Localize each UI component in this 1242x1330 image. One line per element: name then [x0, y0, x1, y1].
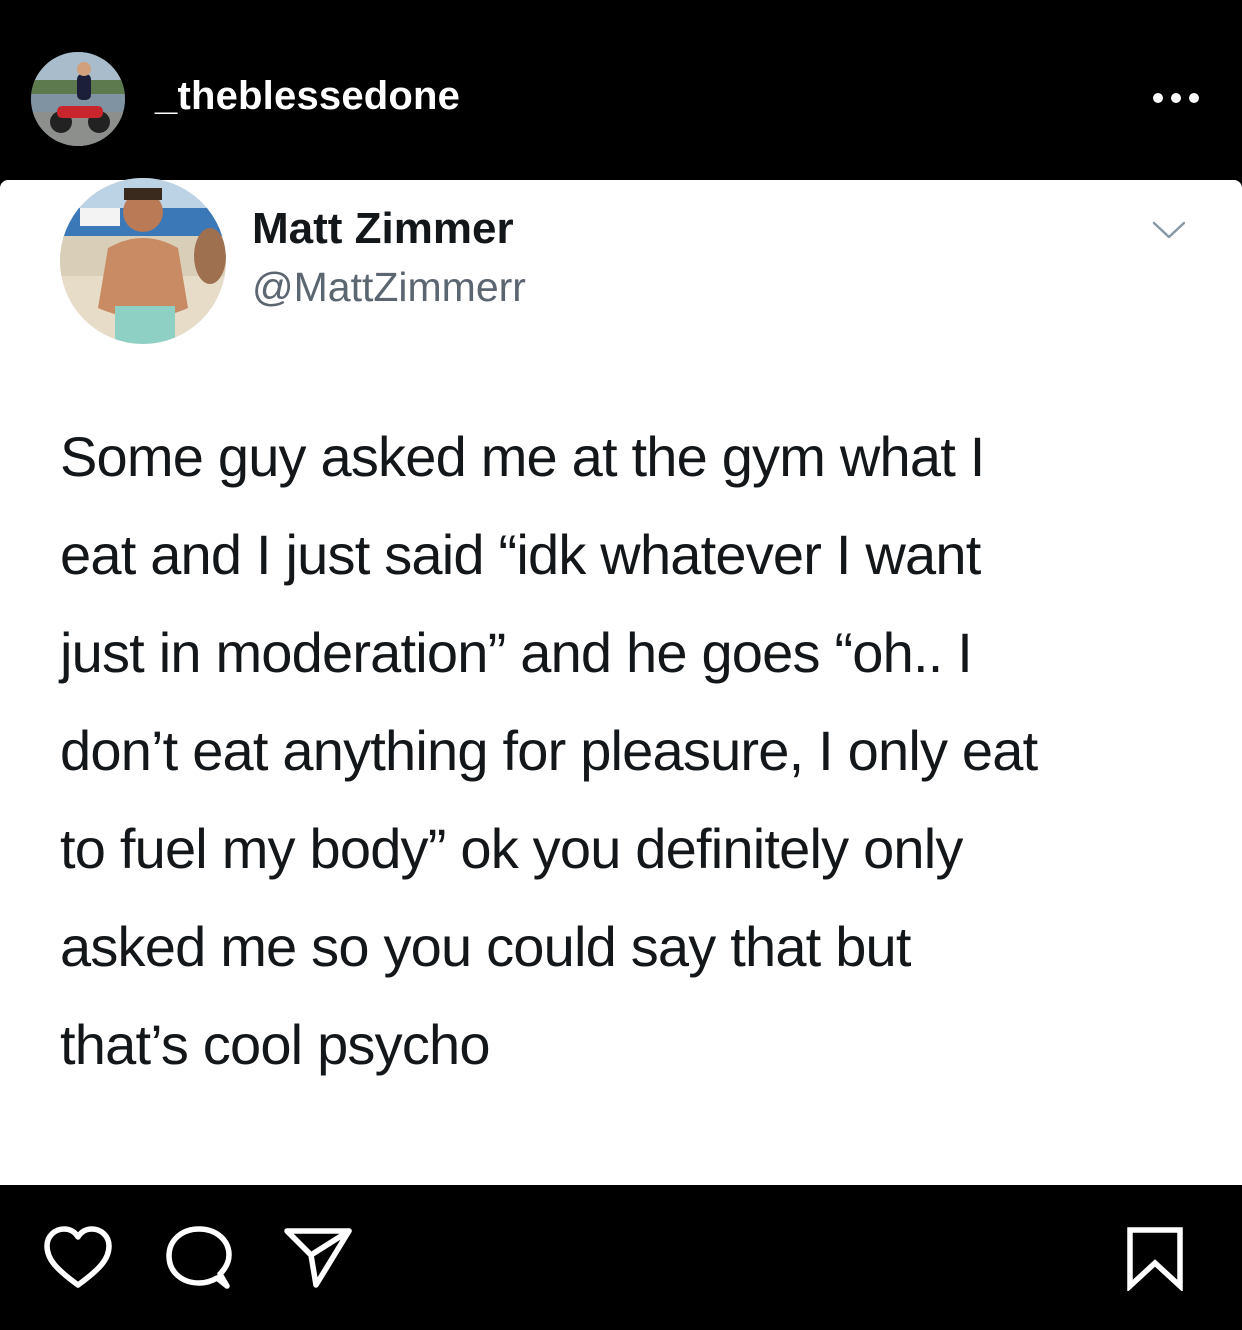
profile-avatar[interactable] — [31, 52, 125, 146]
avatar-photo — [31, 52, 125, 146]
bookmark-icon[interactable] — [1124, 1225, 1186, 1296]
post-username[interactable]: _theblessedone — [155, 74, 460, 119]
tweet-text-line: eat and I just said “idk whatever I want — [60, 523, 981, 586]
more-options-icon[interactable] — [1146, 86, 1206, 110]
tweet-text-line: that’s cool psycho — [60, 1013, 491, 1076]
heart-icon[interactable] — [42, 1225, 114, 1296]
tweet-image: Matt Zimmer @MattZimmerr Some guy asked … — [0, 178, 1242, 1185]
tweet-text-line: asked me so you could say that but — [60, 915, 911, 978]
tweet-display-name: Matt Zimmer — [252, 204, 514, 253]
post-action-bar — [0, 1185, 1242, 1330]
tweet-text-line: to fuel my body” ok you definitely only — [60, 817, 963, 880]
tweet-text-line: Some guy asked me at the gym what I — [60, 425, 985, 488]
tweet-text: Some guy asked me at the gym what I eat … — [60, 408, 1210, 1094]
tweet-text-line: just in moderation” and he goes “oh.. I — [60, 621, 973, 684]
instagram-post: _theblessedone Matt Zimmer @MattZimmerr … — [0, 0, 1242, 1330]
tweet-handle: @MattZimmerr — [252, 264, 526, 310]
tweet-text-line: don’t eat anything for pleasure, I only … — [60, 719, 1038, 782]
chevron-down-icon — [1150, 218, 1188, 242]
post-header: _theblessedone — [0, 0, 1242, 180]
comment-icon[interactable] — [164, 1225, 234, 1296]
share-icon[interactable] — [282, 1225, 354, 1296]
tweet-avatar — [60, 178, 226, 344]
